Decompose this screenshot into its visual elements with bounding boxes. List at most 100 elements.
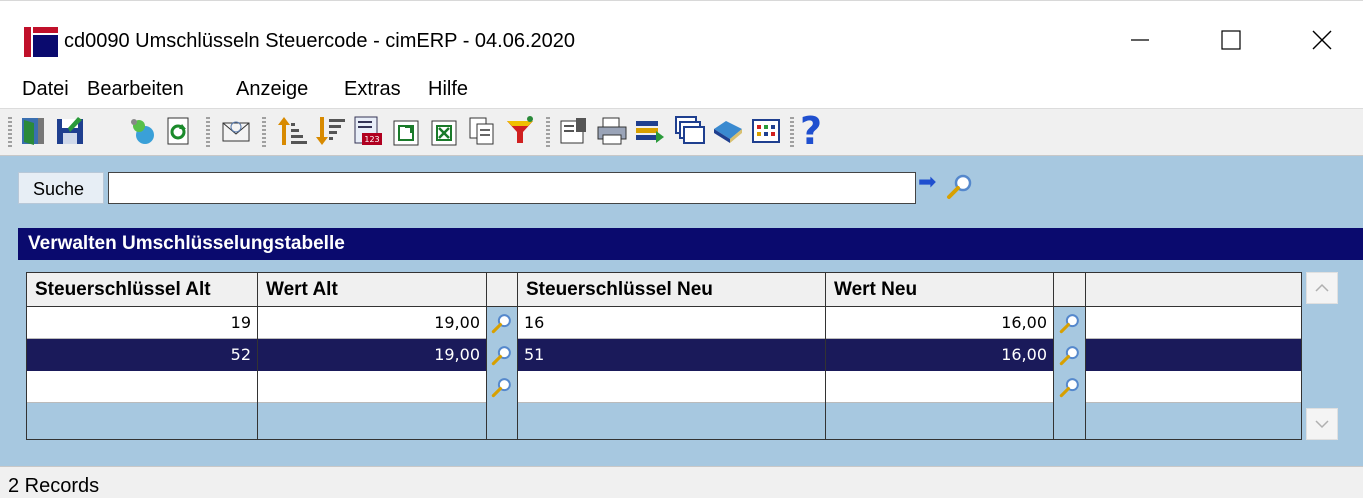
- table-cell[interactable]: [1086, 307, 1301, 339]
- column-steuerschluessel-neu: Steuerschlüssel Neu 16 51: [518, 273, 826, 439]
- menu-datei[interactable]: Datei: [22, 78, 69, 101]
- menu-bearbeiten[interactable]: Bearbeiten: [87, 78, 184, 101]
- import-icon[interactable]: [634, 115, 666, 147]
- close-button[interactable]: [1287, 15, 1357, 65]
- svg-text:123: 123: [364, 135, 379, 144]
- properties-icon[interactable]: [558, 115, 590, 147]
- lookup-button[interactable]: [1054, 339, 1085, 371]
- search-icon: [491, 346, 511, 366]
- column-wert-alt: Wert Alt 19,00 19,00: [258, 273, 487, 439]
- scroll-up-button[interactable]: [1306, 272, 1338, 304]
- search-icon: [1059, 314, 1079, 334]
- table-cell-empty: [518, 403, 825, 439]
- table-cell[interactable]: [1086, 339, 1301, 371]
- record-count: 2 Records: [8, 475, 100, 497]
- panel-title: Verwalten Umschlüsselungstabelle: [18, 228, 1363, 260]
- table-cell-empty: [1054, 403, 1085, 439]
- table-cell[interactable]: 52: [27, 339, 257, 371]
- sort-descending-icon[interactable]: [314, 115, 346, 147]
- toolbar-separator: [8, 117, 12, 147]
- table-cell-empty: [258, 403, 486, 439]
- column-lookup-alt: [487, 273, 518, 439]
- column-lookup-neu: [1054, 273, 1086, 439]
- book-icon[interactable]: [712, 115, 744, 147]
- sort-ascending-icon[interactable]: [276, 115, 308, 147]
- lookup-button[interactable]: [1054, 371, 1085, 403]
- exit-icon[interactable]: [18, 115, 50, 147]
- table-cell-empty: [27, 403, 257, 439]
- table-cell[interactable]: [258, 371, 486, 403]
- toolbar-separator: [790, 117, 794, 147]
- search-icon: [1059, 378, 1079, 398]
- search-icon: [1059, 346, 1079, 366]
- maximize-button[interactable]: [1196, 15, 1266, 65]
- menu-anzeige[interactable]: Anzeige: [236, 78, 308, 101]
- windows-icon[interactable]: [674, 115, 706, 147]
- column-header-wert-alt[interactable]: Wert Alt: [258, 273, 486, 307]
- scroll-down-button[interactable]: [1306, 408, 1338, 440]
- copy-icon[interactable]: [466, 115, 498, 147]
- app-logo-icon: [24, 27, 58, 57]
- table-cell[interactable]: 19: [27, 307, 257, 339]
- mail-icon[interactable]: [220, 115, 252, 147]
- table-cell[interactable]: 19,00: [258, 339, 486, 371]
- print-icon[interactable]: [596, 115, 628, 147]
- maximize-icon: [1221, 30, 1241, 50]
- table-cell[interactable]: 51: [518, 339, 825, 371]
- column-header-extra: [1086, 273, 1301, 307]
- table-cell[interactable]: [1086, 371, 1301, 403]
- toolbar: 123 ?: [0, 108, 1363, 156]
- column-header-wert-neu[interactable]: Wert Neu: [826, 273, 1053, 307]
- new-record-icon[interactable]: [126, 115, 158, 147]
- table-cell[interactable]: 16: [518, 307, 825, 339]
- table-cell[interactable]: 19,00: [258, 307, 486, 339]
- lookup-button[interactable]: [487, 371, 517, 403]
- table-cell[interactable]: 16,00: [826, 339, 1053, 371]
- export-icon[interactable]: [390, 115, 422, 147]
- column-header-lookup: [487, 273, 517, 307]
- filter-icon[interactable]: [504, 115, 536, 147]
- table-cell-empty: [487, 403, 517, 439]
- grid-settings-icon[interactable]: [750, 115, 782, 147]
- search-input[interactable]: [108, 172, 916, 204]
- column-header-steuerschluessel-alt[interactable]: Steuerschlüssel Alt: [27, 273, 257, 307]
- table-cell[interactable]: 16,00: [826, 307, 1053, 339]
- table-cell[interactable]: [518, 371, 825, 403]
- search-icon: [491, 378, 511, 398]
- number-format-icon[interactable]: 123: [352, 115, 384, 147]
- toolbar-separator: [262, 117, 266, 147]
- table-cell[interactable]: [826, 371, 1053, 403]
- search-icon[interactable]: [946, 172, 974, 200]
- refresh-icon[interactable]: [162, 115, 194, 147]
- chevron-up-icon: [1315, 283, 1329, 292]
- lookup-button[interactable]: [1054, 307, 1085, 339]
- column-steuerschluessel-alt: Steuerschlüssel Alt 19 52: [27, 273, 258, 439]
- data-table: Steuerschlüssel Alt 19 52 Wert Alt 19,00…: [26, 272, 1302, 440]
- lookup-button[interactable]: [487, 339, 517, 371]
- minimize-icon: [1131, 39, 1149, 41]
- search-go-icon[interactable]: ➡: [918, 170, 936, 195]
- table-cell-empty: [826, 403, 1053, 439]
- status-bar: 2 Records: [0, 466, 1363, 497]
- close-icon: [1312, 30, 1332, 50]
- menu-extras[interactable]: Extras: [344, 78, 401, 101]
- main-content: Suche ➡ Verwalten Umschlüsselungstabelle…: [0, 156, 1363, 466]
- search-label: Suche: [33, 179, 85, 199]
- search-icon: [491, 314, 511, 334]
- column-extra: [1086, 273, 1301, 439]
- menu-bar: Datei Bearbeiten Anzeige Extras Hilfe: [0, 70, 1363, 108]
- excel-export-icon[interactable]: [428, 115, 460, 147]
- table-cell-empty: [1086, 403, 1301, 439]
- column-wert-neu: Wert Neu 16,00 16,00: [826, 273, 1054, 439]
- vertical-scrollbar[interactable]: [1302, 272, 1342, 440]
- column-header-lookup: [1054, 273, 1085, 307]
- lookup-button[interactable]: [487, 307, 517, 339]
- help-icon[interactable]: ?: [800, 109, 822, 153]
- search-label-box: Suche: [18, 172, 104, 204]
- minimize-button[interactable]: [1105, 15, 1175, 65]
- table-cell[interactable]: [27, 371, 257, 403]
- column-header-steuerschluessel-neu[interactable]: Steuerschlüssel Neu: [518, 273, 825, 307]
- save-icon[interactable]: [54, 115, 86, 147]
- menu-hilfe[interactable]: Hilfe: [428, 78, 468, 101]
- chevron-down-icon: [1315, 420, 1329, 429]
